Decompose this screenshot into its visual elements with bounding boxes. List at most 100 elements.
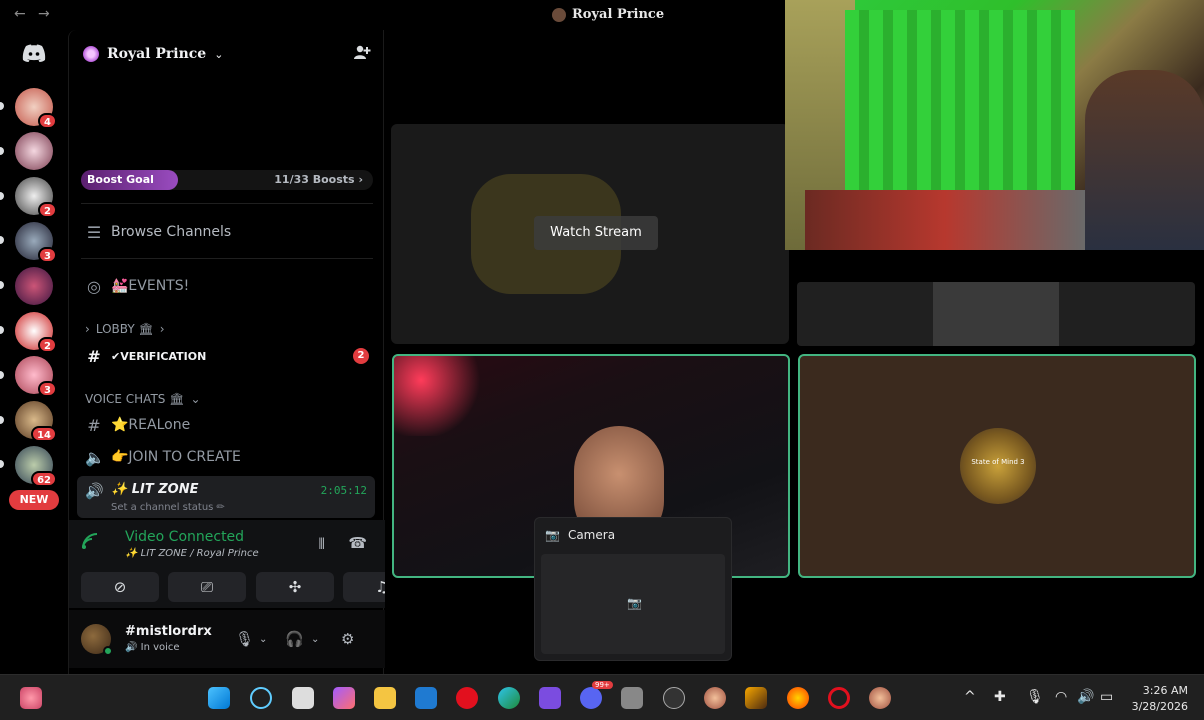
discord-taskbar-icon[interactable] [580, 687, 602, 709]
task-view-icon[interactable] [292, 687, 314, 709]
server-rail: 4 2 3 2 3 14 62 NEW [0, 30, 68, 674]
server-avatar[interactable]: 3 [15, 356, 57, 397]
video-curtain [845, 10, 1075, 190]
app-avatar-icon[interactable] [704, 687, 726, 709]
server-avatar[interactable]: 14 [15, 401, 57, 442]
settings-gear-icon[interactable]: ⚙ [341, 630, 354, 648]
server-avatar[interactable]: 2 [15, 177, 57, 218]
user-panel: #mistlordrx 🔊 In voice 🎙 ⌄ 🎧 ⌄ ⚙ [69, 610, 385, 668]
edge-icon[interactable] [498, 687, 520, 709]
avatar-tile[interactable]: State of Mind 3 [798, 354, 1196, 578]
recorder-icon[interactable] [663, 687, 685, 709]
chevron-down-icon[interactable]: ⌄ [311, 634, 319, 645]
video-tile-top-right[interactable] [785, 0, 1204, 250]
channel-events[interactable]: ◎ 💒EVENTS! [85, 274, 375, 298]
noise-suppression-icon[interactable]: ⦀ [318, 535, 325, 553]
camera-app-icon[interactable] [621, 687, 643, 709]
server-avatar[interactable] [15, 267, 53, 305]
wifi-icon[interactable]: ◠ [1055, 689, 1067, 705]
category-lobby[interactable]: › LOBBY 🏛 › [85, 322, 165, 336]
microphone-icon[interactable]: 🎙 [235, 630, 254, 648]
headphones-icon[interactable]: 🎧 [285, 630, 304, 648]
invite-people-icon[interactable] [353, 44, 371, 64]
user-avatar-logo: State of Mind 3 [960, 428, 1036, 504]
boost-goal-bar[interactable]: Boost Goal 11/33 Boosts › [81, 169, 373, 191]
channel-verification[interactable]: # ✔VERIFICATION 2 [85, 344, 375, 368]
stage-channel-icon: ◎ [87, 276, 101, 296]
channel-join-to-create[interactable]: 🔈 👉JOIN TO CREATE [85, 445, 375, 469]
video-bed [805, 190, 1085, 250]
taskbar-clock[interactable]: 3:26 AM 3/28/2026 [1132, 683, 1188, 715]
fl-studio-icon[interactable] [745, 687, 767, 709]
copilot-app-icon[interactable] [333, 687, 355, 709]
clipchamp-icon[interactable] [539, 687, 561, 709]
microphone-icon[interactable]: 🎙 [1026, 689, 1044, 705]
windows-taskbar: 99+ ^ ✚ 🎙 ◠ 🔊 ▭ 3:26 AM 3/28/2026 [0, 674, 1204, 720]
chevron-right-icon: › [85, 322, 90, 336]
unread-indicator [0, 102, 4, 110]
channel-realone[interactable]: # ⭐REALone [85, 413, 375, 437]
set-channel-status[interactable]: Set a channel status ✏ [111, 502, 225, 513]
username[interactable]: #mistlordrx [125, 624, 212, 639]
share-screen-button[interactable]: ⎚ [168, 572, 246, 602]
online-status-dot [103, 646, 113, 656]
new-unreads-pill[interactable]: NEW [9, 490, 59, 510]
chevron-right-icon: › [159, 322, 165, 336]
battery-icon[interactable]: ▭ [1100, 689, 1113, 705]
camera-popup-header: 📷 Camera [545, 528, 615, 542]
search-icon[interactable] [250, 687, 272, 709]
start-button-icon[interactable] [208, 687, 230, 709]
mention-badge: 2 [38, 337, 57, 353]
server-avatar[interactable]: 62 [15, 446, 57, 487]
file-explorer-icon[interactable] [374, 687, 396, 709]
app-tray-icon[interactable]: ✚ [994, 689, 1006, 705]
participant-strip[interactable] [797, 282, 1195, 346]
outlook-icon[interactable] [415, 687, 437, 709]
activities-icon: ✣ [288, 578, 302, 596]
speaker-active-icon: 🔊 [85, 482, 104, 500]
forward-arrow-icon[interactable]: → [38, 6, 50, 22]
discord-home-button[interactable] [15, 36, 53, 70]
chrome-like-icon[interactable] [787, 687, 809, 709]
participant-thumb[interactable] [933, 282, 1059, 346]
opera-icon[interactable] [456, 687, 478, 709]
chevron-up-icon[interactable]: ^ [964, 689, 976, 705]
watch-stream-button[interactable]: Watch Stream [534, 216, 658, 250]
camera-popup[interactable]: 📷 Camera 📷 [534, 517, 732, 661]
browse-channels[interactable]: ☰ Browse Channels [85, 220, 375, 244]
camera-popup-label: Camera [567, 528, 616, 542]
activities-button[interactable]: ✣ [256, 572, 334, 602]
browse-channels-label: Browse Channels [111, 224, 232, 240]
unread-indicator [0, 281, 4, 289]
mention-badge: 62 [31, 471, 57, 487]
volume-icon[interactable]: 🔊 [1077, 689, 1094, 705]
share-screen-icon: ⎚ [200, 578, 213, 596]
voice-stage: Watch Stream State of Mind 3 📷 Camera 📷 [385, 0, 1204, 674]
clock-time: 3:26 AM [1142, 684, 1188, 697]
unread-indicator [0, 147, 4, 155]
channel-sidebar: Royal Prince ⌄ Boost Goal 11/33 Boosts ›… [68, 30, 421, 674]
disconnect-icon[interactable]: ☎ [348, 534, 367, 552]
unread-indicator [0, 192, 4, 200]
category-voice-chats[interactable]: VOICE CHATS 🏛 ⌄ [85, 392, 201, 406]
channel-lit-zone[interactable]: 🔊 ✨ LIT ZONE 2:05:12 Set a channel statu… [77, 476, 375, 518]
opera-gx-icon[interactable] [828, 687, 850, 709]
copilot-icon[interactable] [20, 687, 42, 709]
chevron-down-icon[interactable]: ⌄ [259, 634, 267, 645]
hash-icon: # [87, 415, 101, 435]
camera-icon: 📷 [627, 596, 642, 610]
server-avatar[interactable]: 3 [15, 222, 57, 263]
voice-timer: 2:05:12 [320, 484, 367, 497]
unread-indicator [0, 371, 4, 379]
unread-indicator [0, 326, 4, 334]
signal-icon [81, 532, 109, 560]
back-arrow-icon[interactable]: ← [14, 6, 26, 22]
server-header[interactable]: Royal Prince ⌄ [83, 44, 373, 64]
mention-badge: 14 [31, 426, 57, 442]
app-avatar-icon[interactable] [869, 687, 891, 709]
stream-tile[interactable]: Watch Stream [391, 124, 789, 344]
camera-toggle-button[interactable]: ⊘ [81, 572, 159, 602]
server-avatar[interactable]: 4 [15, 88, 57, 129]
server-avatar[interactable] [15, 132, 53, 170]
server-avatar[interactable]: 2 [15, 312, 57, 353]
